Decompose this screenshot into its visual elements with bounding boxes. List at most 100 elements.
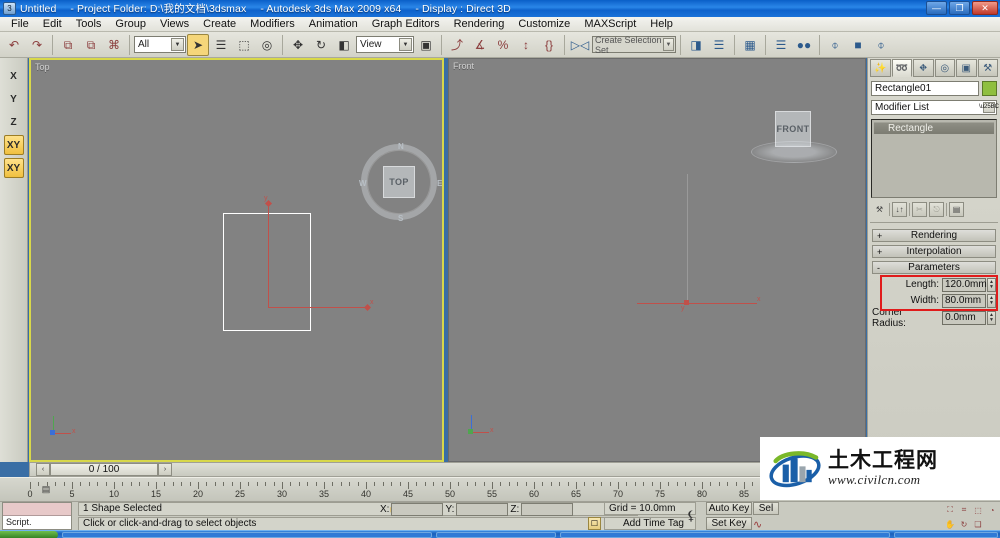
restrict-to-xy-plane-button[interactable]: XY (3, 135, 24, 155)
time-tag-icon[interactable]: ☐ (588, 517, 601, 530)
named-selection-sets-button[interactable]: {} (538, 34, 560, 56)
width-spinner[interactable]: ▲ ▼ (987, 293, 996, 308)
configure-modifier-sets-button[interactable]: ▤ (949, 202, 964, 217)
start-button[interactable] (0, 531, 58, 538)
snaps-toggle-button[interactable]: ⤴ (446, 34, 468, 56)
interpolation-rollout-header[interactable]: + Interpolation (872, 245, 996, 258)
menu-item-views[interactable]: Views (153, 17, 196, 31)
create-tab[interactable]: ✨ (870, 59, 891, 77)
maxscript-mini-listener[interactable]: Script. (2, 502, 72, 530)
viewcube-top-face[interactable]: TOP (383, 166, 415, 198)
chevron-down-icon[interactable]: \u25BC (979, 102, 999, 113)
top-viewport[interactable]: Top TOP N E S W y x x (29, 58, 444, 462)
select-and-link-button[interactable]: ⧉ (57, 34, 79, 56)
rendering-rollout-header[interactable]: + Rendering (872, 229, 996, 242)
menu-item-maxscript[interactable]: MAXScript (577, 17, 643, 31)
angle-snap-toggle-button[interactable]: ∡ (469, 34, 491, 56)
show-end-result-button[interactable]: ↓↑ (892, 202, 907, 217)
modifier-list-dropdown[interactable]: Modifier List \u25BC (871, 100, 999, 115)
close-button[interactable]: ✕ (972, 1, 998, 15)
display-tab[interactable]: ▣ (956, 59, 977, 77)
length-spinner[interactable]: ▲ ▼ (987, 277, 996, 292)
rendering-rollout-toggle[interactable]: + (877, 231, 882, 241)
select-and-scale-button[interactable]: ◧ (333, 34, 355, 56)
front-viewport-label[interactable]: Front (453, 61, 474, 71)
redo-button[interactable]: ↷ (26, 34, 48, 56)
menu-item-rendering[interactable]: Rendering (447, 17, 512, 31)
hierarchy-tab[interactable]: ⛖ (913, 59, 934, 77)
menu-item-animation[interactable]: Animation (302, 17, 365, 31)
taskbar-tray[interactable] (894, 532, 998, 538)
menu-item-tools[interactable]: Tools (69, 17, 109, 31)
parameters-rollout-header[interactable]: - Parameters (872, 261, 996, 274)
use-pivot-point-center-button[interactable]: ▣ (415, 34, 437, 56)
menu-item-customize[interactable]: Customize (511, 17, 577, 31)
minimize-button[interactable]: — (926, 1, 947, 15)
percent-snap-toggle-button[interactable]: % (492, 34, 514, 56)
render-production-button[interactable]: ⌽ (870, 34, 892, 56)
viewcube-north-label[interactable]: N (398, 142, 404, 151)
parameters-rollout-toggle[interactable]: - (877, 263, 880, 273)
top-viewport-label[interactable]: Top (35, 62, 50, 72)
spinner-snap-toggle-button[interactable]: ↕ (515, 34, 537, 56)
chevron-down-icon[interactable]: ▼ (399, 38, 412, 51)
length-input[interactable]: 120.0mm (942, 277, 987, 292)
object-color-swatch[interactable] (982, 81, 997, 96)
chevron-down-icon[interactable]: ▼ (663, 38, 674, 51)
layer-manager-button[interactable]: ☰ (708, 34, 730, 56)
align-button[interactable]: ◨ (685, 34, 707, 56)
corner-radius-spinner[interactable]: ▲ ▼ (987, 310, 996, 325)
viewcube-west-label[interactable]: W (359, 179, 367, 188)
window-crossing-toggle-button[interactable]: ◎ (256, 34, 278, 56)
interpolation-rollout-toggle[interactable]: + (877, 247, 882, 257)
corner-radius-input[interactable]: 0.0mm (942, 310, 987, 325)
maximize-button[interactable]: ❐ (949, 1, 970, 15)
unlink-selection-button[interactable]: ⧉ (80, 34, 102, 56)
schematic-view-button[interactable]: ☰ (770, 34, 792, 56)
select-object-button[interactable]: ➤ (187, 33, 209, 56)
motion-tab[interactable]: ◎ (934, 59, 955, 77)
modify-tab[interactable]: ➿ (891, 59, 912, 77)
maxscript-output-pane[interactable] (3, 503, 71, 516)
remove-modifier-button[interactable]: ⎋ (929, 202, 944, 217)
menu-item-graph-editors[interactable]: Graph Editors (365, 17, 447, 31)
taskbar-item[interactable] (436, 532, 556, 538)
mirror-button[interactable]: ▷◁ (569, 34, 591, 56)
coord-x-input[interactable] (391, 502, 444, 516)
front-viewcube[interactable]: FRONT (749, 107, 859, 175)
viewcube-south-label[interactable]: S (398, 214, 403, 223)
top-viewcube[interactable]: TOP N E S W (357, 142, 442, 234)
set-key-button[interactable]: Set Key (706, 517, 752, 530)
undo-button[interactable]: ↶ (3, 34, 25, 56)
select-and-rotate-button[interactable]: ↻ (310, 34, 332, 56)
curve-editor-button[interactable]: ▦ (739, 34, 761, 56)
select-and-move-button[interactable]: ✥ (287, 34, 309, 56)
coord-y-input[interactable] (456, 502, 509, 516)
select-by-name-button[interactable]: ☰ (210, 34, 232, 56)
menu-item-modifiers[interactable]: Modifiers (243, 17, 302, 31)
field-of-view-button[interactable]: ◔ (984, 503, 1000, 517)
menu-item-edit[interactable]: Edit (36, 17, 69, 31)
restrict-to-x-button[interactable]: X (4, 66, 24, 86)
key-filters-button[interactable]: Sel (753, 502, 779, 515)
named-selection-set-field[interactable]: Create Selection Set ▼ (592, 35, 676, 55)
menu-item-create[interactable]: Create (196, 17, 243, 31)
render-setup-button[interactable]: ⌽ (824, 34, 846, 56)
set-key-mode-icon[interactable]: ⚸ (680, 505, 702, 527)
make-unique-button[interactable]: ✂ (912, 202, 927, 217)
reference-coordinate-system-dropdown[interactable]: View ▼ (356, 36, 414, 53)
maxscript-input-label[interactable]: Script. (3, 516, 71, 529)
selection-filter-dropdown[interactable]: All ▼ (134, 36, 186, 53)
viewcube-east-label[interactable]: E (437, 179, 442, 188)
restrict-plane-cycle-button[interactable]: XY (3, 158, 24, 178)
modifier-stack-item[interactable]: Rectangle (874, 122, 994, 134)
time-slider[interactable]: 0 / 100 (50, 463, 158, 476)
menu-item-group[interactable]: Group (108, 17, 153, 31)
restrict-to-y-button[interactable]: Y (4, 89, 24, 109)
front-viewport[interactable]: Front FRONT y x x (448, 58, 866, 462)
maximize-viewport-toggle-button[interactable]: ❑ (970, 517, 986, 531)
previous-frame-button[interactable]: ‹ (36, 463, 50, 476)
material-editor-button[interactable]: ●● (793, 34, 815, 56)
width-input[interactable]: 80.0mm (942, 293, 986, 308)
menu-item-file[interactable]: File (4, 17, 36, 31)
